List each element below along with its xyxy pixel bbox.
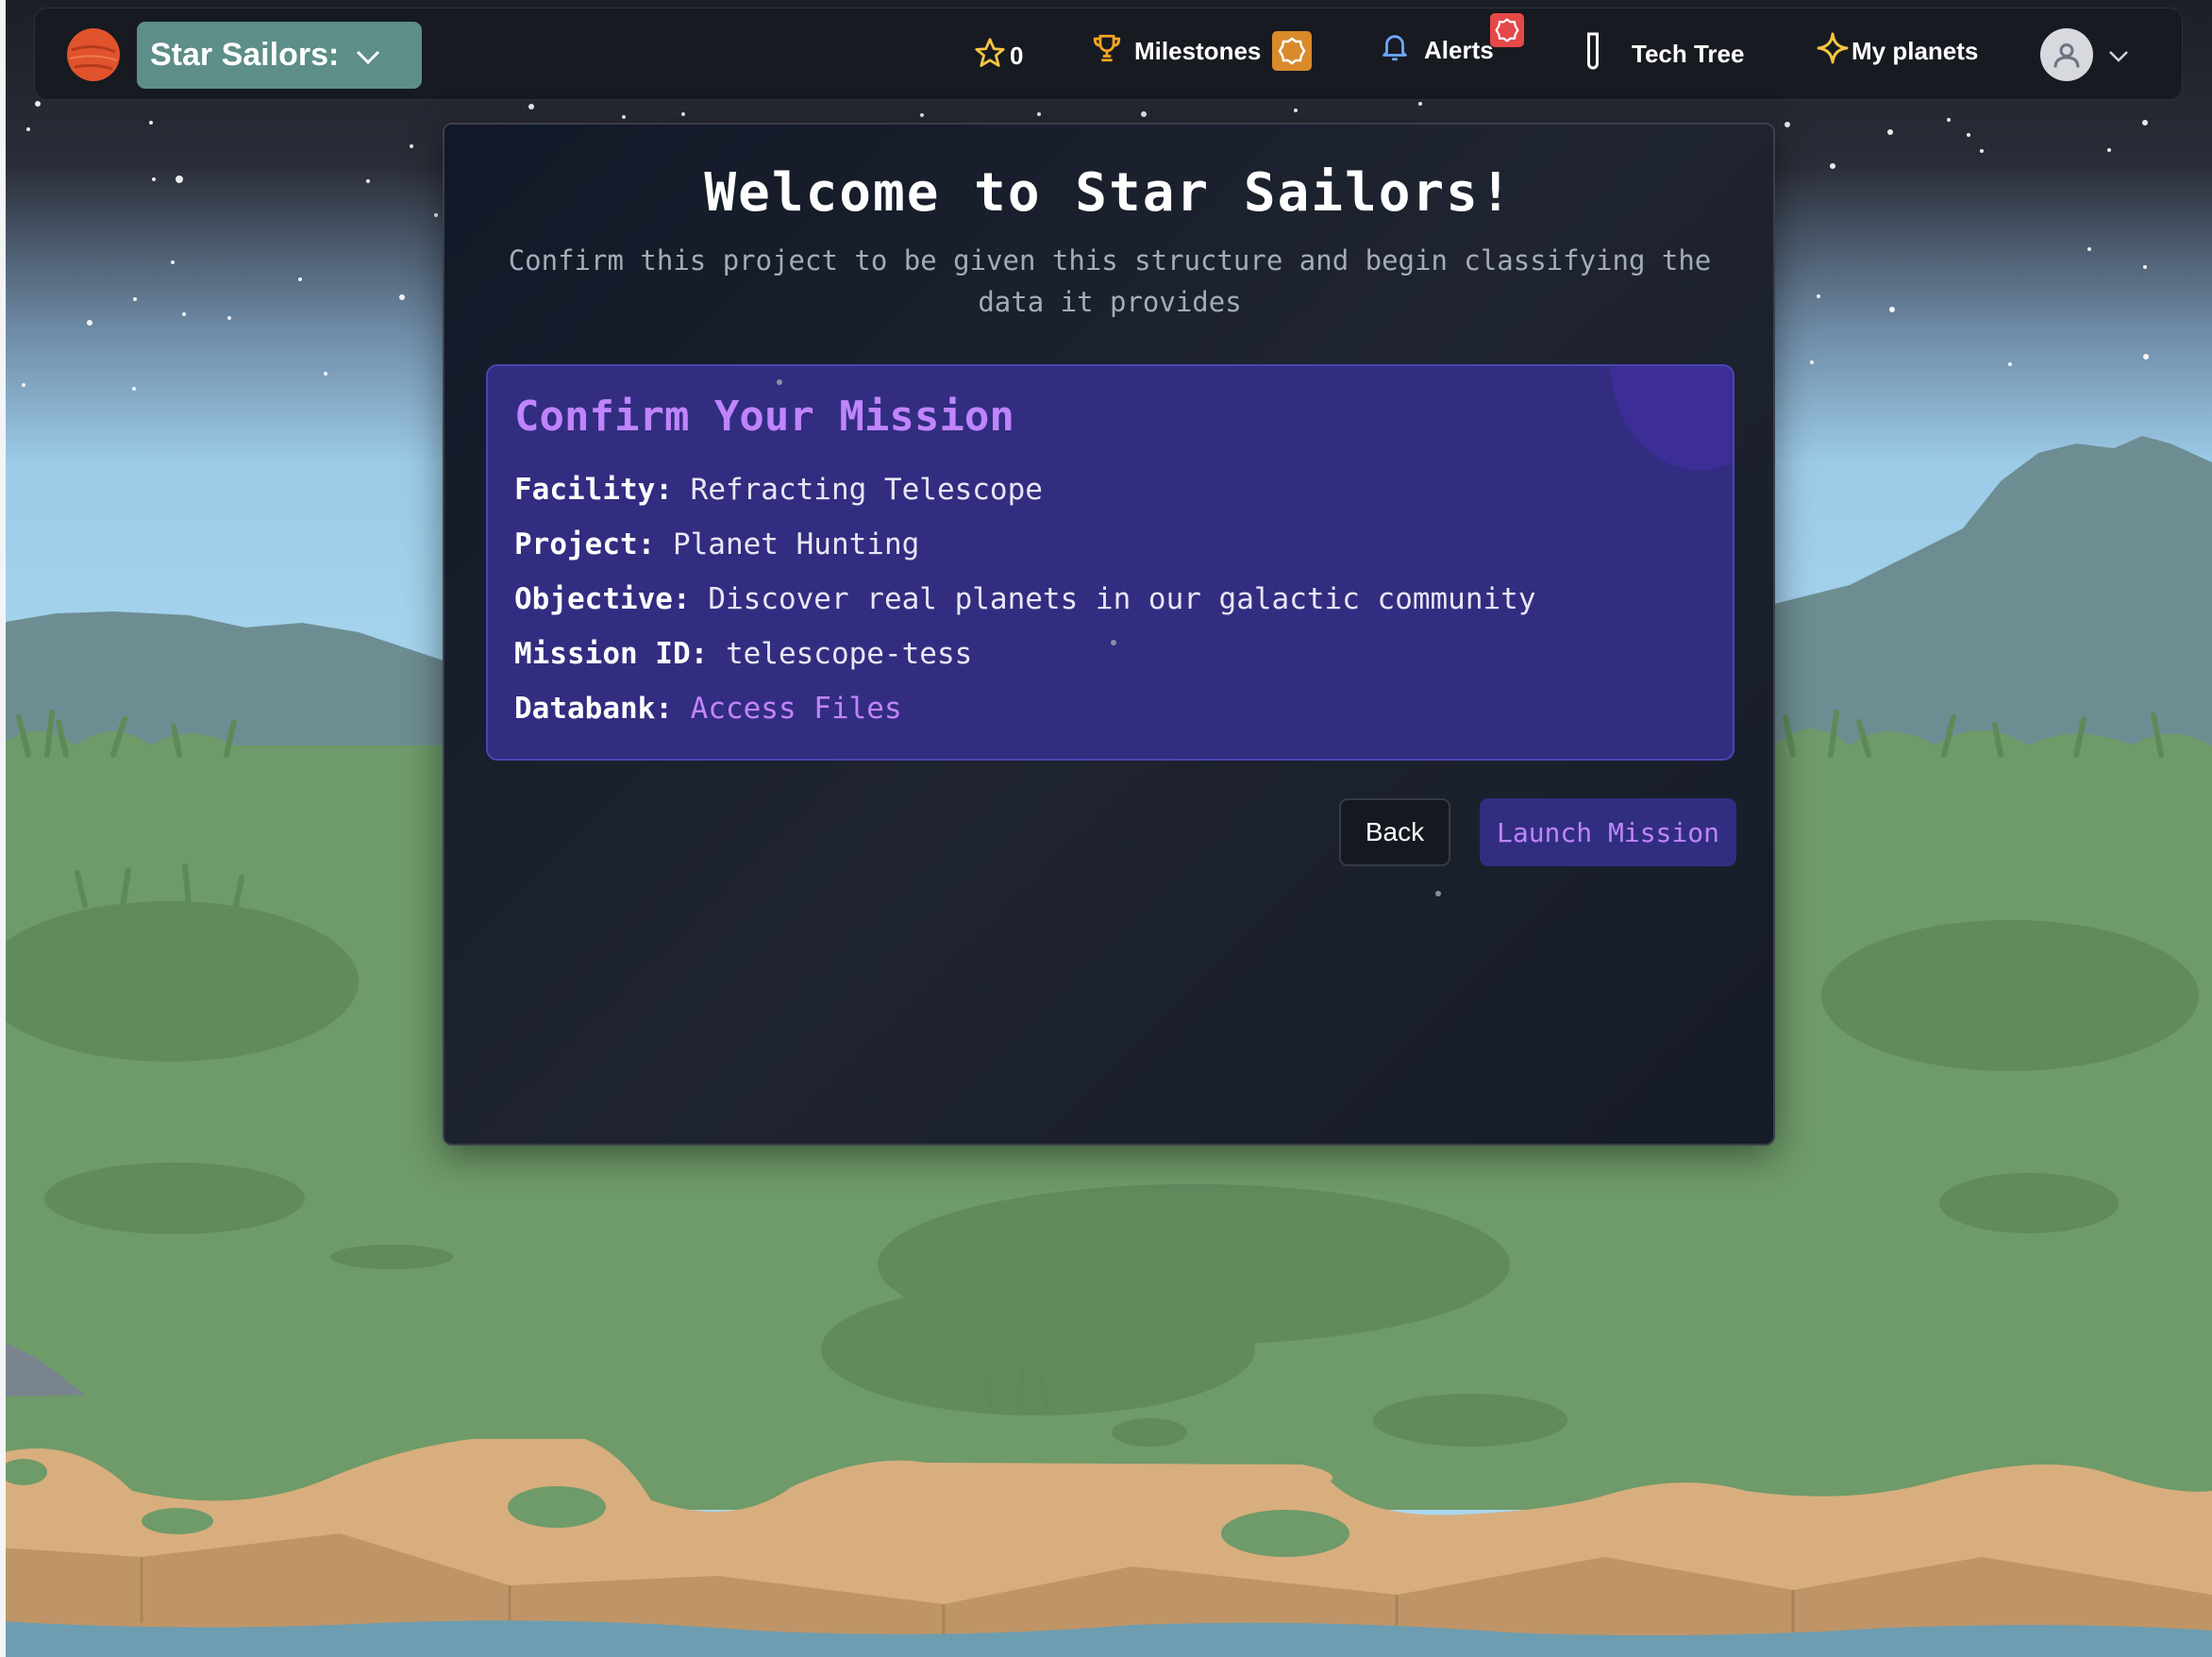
- sparkle-icon: [1816, 31, 1850, 72]
- tech-tree-button[interactable]: Tech Tree: [1583, 31, 1744, 77]
- brand-label: Star Sailors:: [150, 37, 340, 73]
- field-value: Refracting Telescope: [690, 473, 1043, 507]
- field-label: Objective:: [514, 582, 691, 616]
- stars-count-value: 0: [1010, 42, 1024, 70]
- field-value: telescope-tess: [725, 637, 973, 671]
- field-facility: Facility: Refracting Telescope: [514, 473, 1043, 507]
- my-planets-label: My planets: [1852, 37, 1979, 65]
- field-project: Project: Planet Hunting: [514, 527, 919, 561]
- window-edge: [0, 0, 6, 1657]
- field-label: Mission ID:: [514, 637, 709, 671]
- modal-title: Welcome to Star Sailors!: [704, 162, 1514, 224]
- launch-mission-button[interactable]: Launch Mission: [1480, 798, 1736, 866]
- test-tube-icon: [1583, 31, 1603, 77]
- stars-counter[interactable]: 0: [974, 37, 1023, 75]
- welcome-modal: Welcome to Star Sailors! Confirm this pr…: [443, 123, 1775, 1146]
- card-title: Confirm Your Mission: [514, 393, 1014, 441]
- alert-notification-badge-icon: [1490, 13, 1524, 47]
- mission-confirmation-card: Confirm Your Mission Facility: Refractin…: [486, 364, 1734, 761]
- back-button[interactable]: Back: [1339, 798, 1450, 866]
- chevron-down-icon: [2108, 41, 2129, 70]
- chevron-down-icon: [356, 37, 380, 74]
- decorative-dot: [1435, 891, 1441, 896]
- modal-subtitle: Confirm this project to be given this st…: [508, 244, 1712, 318]
- planet-logo-icon[interactable]: [66, 27, 121, 82]
- field-objective: Objective: Discover real planets in our …: [514, 582, 1536, 616]
- field-label: Databank:: [514, 692, 673, 726]
- field-label: Project:: [514, 527, 656, 561]
- star-icon: [974, 37, 1006, 75]
- alerts-button[interactable]: Alerts: [1379, 31, 1494, 70]
- milestone-badge-icon: [1272, 31, 1313, 71]
- field-value: Discover real planets in our galactic co…: [708, 582, 1536, 616]
- card-decoration: [1610, 366, 1733, 470]
- milestones-label: Milestones: [1134, 36, 1262, 65]
- decorative-dot: [777, 379, 782, 385]
- field-databank: Databank: Access Files: [514, 692, 902, 726]
- field-mission-id: Mission ID: telescope-tess: [514, 637, 972, 671]
- my-planets-button[interactable]: My planets: [1816, 31, 1978, 72]
- brand-dropdown-button[interactable]: Star Sailors:: [137, 22, 422, 89]
- trophy-icon: [1091, 32, 1123, 71]
- field-value: Planet Hunting: [672, 527, 920, 561]
- tech-tree-label: Tech Tree: [1632, 40, 1745, 68]
- profile-menu-button[interactable]: [2040, 28, 2129, 81]
- field-label: Facility:: [514, 473, 673, 507]
- top-navbar: Star Sailors: 0 Milestones Alerts Tech T…: [34, 8, 2183, 100]
- bell-icon: [1379, 31, 1411, 70]
- milestones-button[interactable]: Milestones: [1091, 31, 1313, 71]
- decorative-dot: [1111, 640, 1116, 645]
- alerts-label: Alerts: [1424, 36, 1494, 64]
- access-files-link[interactable]: Access Files: [691, 692, 902, 726]
- user-avatar-icon: [2040, 28, 2093, 81]
